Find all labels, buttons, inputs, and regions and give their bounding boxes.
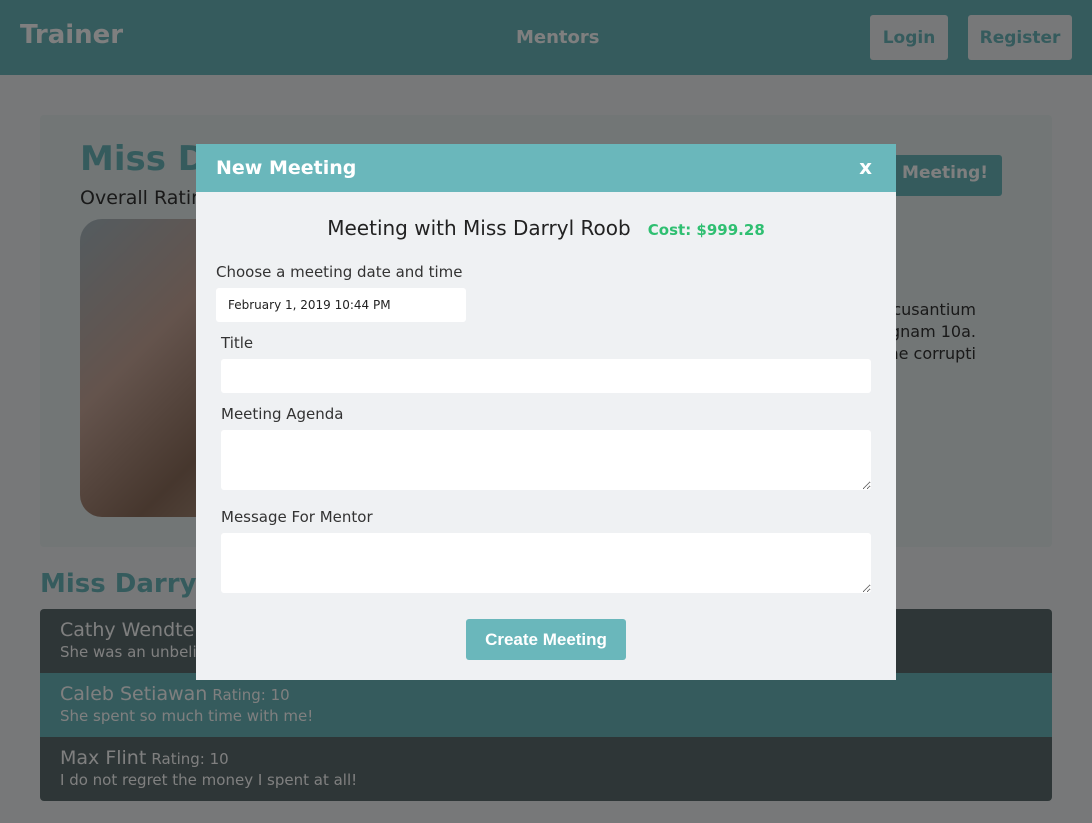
message-label: Message For Mentor xyxy=(221,508,373,526)
agenda-textarea[interactable] xyxy=(221,430,871,490)
close-icon[interactable]: x xyxy=(859,155,872,179)
modal-title: New Meeting xyxy=(216,157,357,179)
agenda-label: Meeting Agenda xyxy=(221,405,344,423)
create-meeting-button[interactable]: Create Meeting xyxy=(466,619,626,660)
date-time-picker[interactable] xyxy=(216,288,466,322)
date-label: Choose a meeting date and time xyxy=(216,263,463,281)
modal-header: New Meeting x xyxy=(196,144,896,192)
meeting-with-text: Meeting with Miss Darryl Roob xyxy=(327,216,631,240)
meeting-cost: Cost: $999.28 xyxy=(647,221,765,239)
message-textarea[interactable] xyxy=(221,533,871,593)
meeting-heading: Meeting with Miss Darryl Roob Cost: $999… xyxy=(196,216,896,240)
title-label: Title xyxy=(221,334,254,352)
new-meeting-modal: New Meeting x Meeting with Miss Darryl R… xyxy=(196,144,896,680)
title-input[interactable] xyxy=(221,359,871,393)
